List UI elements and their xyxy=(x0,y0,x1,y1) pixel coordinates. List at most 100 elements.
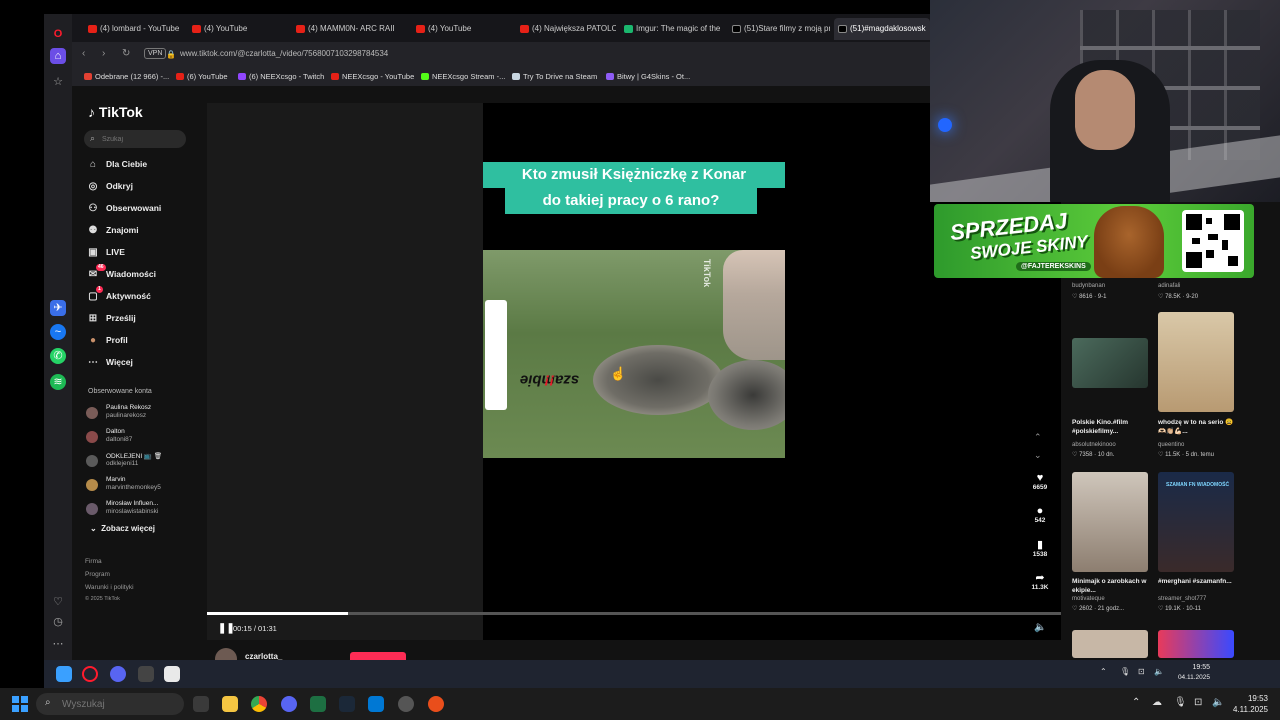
followed-account[interactable]: Dalton daltoni87 xyxy=(86,428,202,448)
heart-icon: ♡ xyxy=(1072,294,1078,300)
tab-1[interactable]: (4) lombard - YouTube xyxy=(84,18,184,40)
see-more-link[interactable]: ⌄ Zobacz więcej xyxy=(90,524,155,533)
menu-obserwowani[interactable]: ⚇ Obserwowani xyxy=(86,199,196,217)
discord-icon[interactable] xyxy=(110,666,126,682)
url-field[interactable]: www.tiktok.com/@czarlotta_/video/7568007… xyxy=(180,49,388,58)
card-user: streamer_shot777 xyxy=(1158,596,1207,602)
progress-bar[interactable] xyxy=(207,612,1061,615)
history-icon[interactable]: ◷ xyxy=(50,614,66,630)
volume-icon[interactable]: 🔈 xyxy=(1154,667,1164,676)
vpn-badge[interactable]: VPN xyxy=(144,48,167,59)
followed-account[interactable]: Marvin marvinthemonkey5 xyxy=(86,476,202,496)
tiktok-search-input[interactable] xyxy=(102,132,182,146)
bookmark-4[interactable]: NEEXcsgo - YouTube xyxy=(331,72,414,81)
microphone-icon[interactable]: 🎙 xyxy=(1174,697,1187,708)
volume-icon[interactable]: 🔈 xyxy=(1212,697,1224,708)
menu-odkryj[interactable]: ◎ Odkryj xyxy=(86,177,196,195)
more-icon[interactable]: ⋯ xyxy=(50,636,66,652)
like-button[interactable]: ♥ 6659 xyxy=(1028,472,1052,491)
menu-wiadomosci[interactable]: ✉ 46 Wiadomości xyxy=(86,264,196,283)
tab-5[interactable]: (4) Największa PATOLOGI xyxy=(516,18,616,40)
windows-start-icon[interactable] xyxy=(56,666,72,682)
bookmark-label: NEEXcsgo Stream -... xyxy=(432,72,506,81)
tiktok-search[interactable]: ⌕ xyxy=(84,130,186,148)
opera-icon[interactable] xyxy=(82,666,98,682)
chevron-up-icon[interactable]: ⌃ xyxy=(1100,667,1107,676)
opera-logo-icon[interactable]: O xyxy=(50,26,66,42)
network-icon[interactable]: ⊡ xyxy=(1194,697,1202,708)
menu-aktywnosc[interactable]: ▢ 1 Aktywność xyxy=(86,286,196,305)
author-name[interactable]: czarlotta_ xyxy=(245,652,282,660)
messenger-icon[interactable]: ~ xyxy=(50,324,66,340)
followed-account[interactable]: Paulina Rekosz paulinarekosz xyxy=(86,404,202,424)
card-thumbnail xyxy=(1072,472,1148,572)
tab-7[interactable]: (51)Stare filmy z moją prz xyxy=(728,18,830,40)
footer-program[interactable]: Program xyxy=(85,571,110,578)
bookmark-1[interactable]: Odebrane (12 966) -... xyxy=(84,72,169,81)
star-icon[interactable]: ☆ xyxy=(50,74,66,90)
app-icon[interactable] xyxy=(368,696,384,712)
chevron-down-icon[interactable]: ⌄ xyxy=(1034,450,1042,461)
app-icon[interactable] xyxy=(428,696,444,712)
comment-button[interactable]: ● 542 xyxy=(1028,505,1052,524)
whatsapp-icon[interactable]: ✆ xyxy=(50,348,66,364)
tab-3[interactable]: (4) MAMM0N- ARC RAIDE xyxy=(292,18,394,40)
app-icon[interactable] xyxy=(398,696,414,712)
menu-live[interactable]: ▣ LIVE xyxy=(86,243,196,261)
document-icon[interactable] xyxy=(164,666,180,682)
tab-6[interactable]: Imgur: The magic of the I xyxy=(620,18,722,40)
steam-icon[interactable] xyxy=(339,696,355,712)
menu-znajomi[interactable]: ⚉ Znajomi xyxy=(86,221,196,239)
discord-icon[interactable] xyxy=(281,696,297,712)
tab-4[interactable]: (4) YouTube xyxy=(412,18,512,40)
menu-wiecej[interactable]: ⋯ Więcej xyxy=(86,353,196,371)
windows-start-icon[interactable] xyxy=(12,696,28,712)
menu-dla-ciebie[interactable]: ⌂ Dla Ciebie xyxy=(86,155,196,173)
volume-icon[interactable]: 🔈 xyxy=(1034,622,1046,633)
bookmark-2[interactable]: (6) YouTube xyxy=(176,72,228,81)
aria-icon[interactable]: ✈ xyxy=(50,300,66,316)
app-icon[interactable] xyxy=(138,666,154,682)
home-icon[interactable]: ⌂ xyxy=(50,48,66,64)
bookmark-5[interactable]: NEEXcsgo Stream -... xyxy=(421,72,505,81)
bookmark-7[interactable]: Bitwy | G4Skins - Ot... xyxy=(606,72,690,81)
forward-icon[interactable]: › xyxy=(102,48,105,59)
heart-icon[interactable]: ♡ xyxy=(50,594,66,610)
file-explorer-icon[interactable] xyxy=(222,696,238,712)
reload-icon[interactable]: ↻ xyxy=(122,48,130,59)
bookmark-6[interactable]: Try To Drive na Steam xyxy=(512,72,597,81)
account-handle: daltoni87 xyxy=(106,436,133,443)
spotify-icon[interactable]: ≋ xyxy=(50,374,66,390)
footer-terms[interactable]: Warunki i polityki xyxy=(85,584,134,591)
taskbar-search[interactable]: ⌕ xyxy=(36,693,184,715)
card-thumbnail: SZAMAN FN WIADOMOŚĆ xyxy=(1158,472,1234,572)
followed-account[interactable]: ODKLEJENI 📺 🗑 odklejeni11 xyxy=(86,452,202,472)
activity-icon: ▢ 1 xyxy=(88,286,103,302)
save-button[interactable]: ▮ 1538 xyxy=(1028,538,1052,558)
menu-label: Odkryj xyxy=(106,181,133,191)
task-view-icon[interactable] xyxy=(193,696,209,712)
share-button[interactable]: ➦ 11.3K xyxy=(1028,571,1052,591)
back-icon[interactable]: ‹ xyxy=(82,48,85,59)
menu-przeslij[interactable]: ⊞ Prześlij xyxy=(86,309,196,327)
chevron-up-icon[interactable]: ⌃ xyxy=(1034,432,1042,443)
chevron-up-icon[interactable]: ⌃ xyxy=(1132,697,1140,708)
tiktok-logo[interactable]: ♪ TikTok xyxy=(88,104,143,120)
menu-profil[interactable]: ● Profil xyxy=(86,331,196,349)
account-name: Marvin xyxy=(106,476,126,483)
video-frame-image: szambie !! TikTok xyxy=(483,250,785,458)
followed-account[interactable]: Mirosław Influen... miroslawistabinski xyxy=(86,500,202,520)
avatar[interactable] xyxy=(215,648,237,660)
taskbar-search-input[interactable] xyxy=(62,697,172,711)
follow-button[interactable] xyxy=(350,652,406,660)
cloud-icon[interactable]: ☁ xyxy=(1152,697,1162,708)
footer-firma[interactable]: Firma xyxy=(85,558,102,565)
menu-label: Wiadomości xyxy=(106,269,156,279)
tab-8-active[interactable]: (51)#magdaklosowsk xyxy=(834,18,930,40)
network-icon[interactable]: ⊡ xyxy=(1138,667,1145,676)
bookmark-3[interactable]: (6) NEEXcsgo - Twitch xyxy=(238,72,324,81)
excel-icon[interactable] xyxy=(310,696,326,712)
chrome-icon[interactable] xyxy=(251,696,267,712)
microphone-icon[interactable]: 🎙 xyxy=(1120,667,1130,676)
tab-2[interactable]: (4) YouTube xyxy=(188,18,288,40)
